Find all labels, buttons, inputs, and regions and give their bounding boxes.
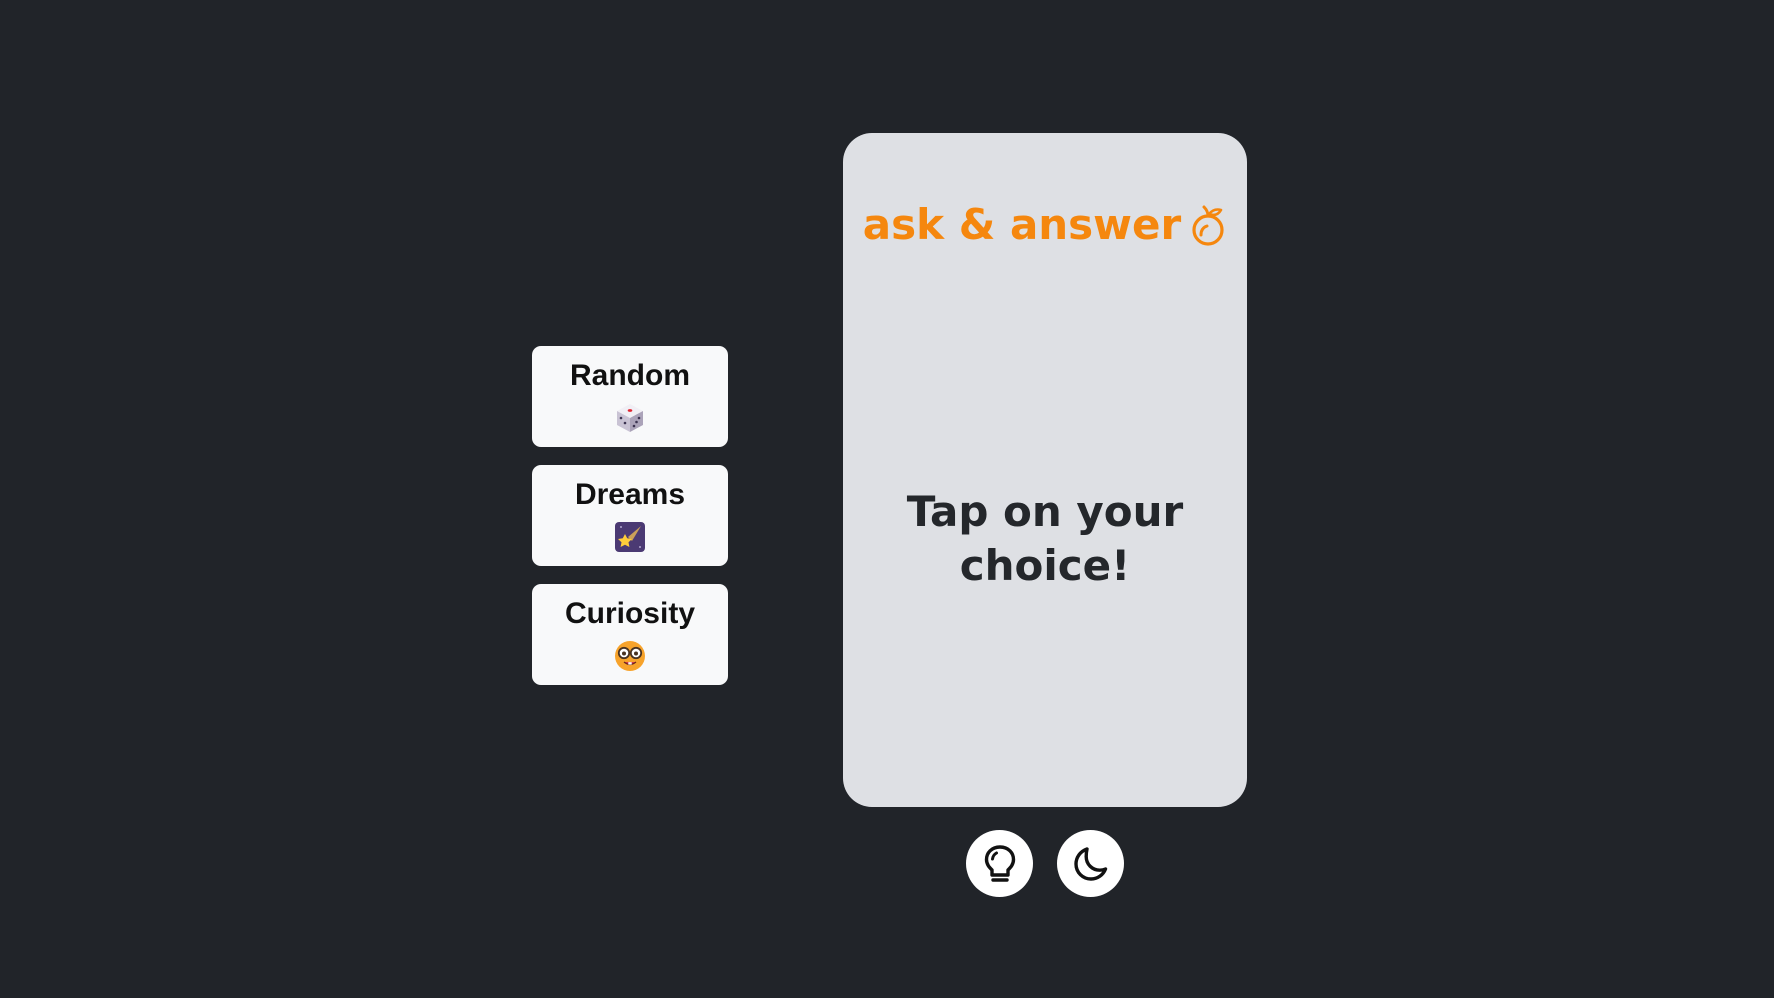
app-title: ask & answer xyxy=(862,200,1182,249)
category-label-dreams: Dreams xyxy=(574,478,686,511)
category-button-curiosity[interactable]: Curiosity xyxy=(532,584,728,685)
shooting-star-icon xyxy=(615,522,645,552)
theme-toggle-button[interactable] xyxy=(1057,830,1124,897)
card-prompt: Tap on your choice! xyxy=(906,487,1184,590)
category-button-dreams[interactable]: Dreams xyxy=(532,465,728,566)
category-button-random[interactable]: Random xyxy=(532,346,728,447)
category-label-random: Random xyxy=(570,359,690,392)
lightbulb-icon xyxy=(984,844,1015,882)
dice-icon xyxy=(617,404,643,432)
peach-icon xyxy=(1192,205,1224,246)
question-card: ask & answer Tap on your choice! xyxy=(843,133,1247,807)
category-label-curiosity: Curiosity xyxy=(564,597,696,630)
moon-icon xyxy=(1073,846,1107,881)
nerd-face-icon xyxy=(615,641,645,671)
app-brand: ask & answer xyxy=(843,201,1247,249)
category-list: Random Dreams Curiosity xyxy=(532,346,728,685)
hint-button[interactable] xyxy=(966,830,1033,897)
